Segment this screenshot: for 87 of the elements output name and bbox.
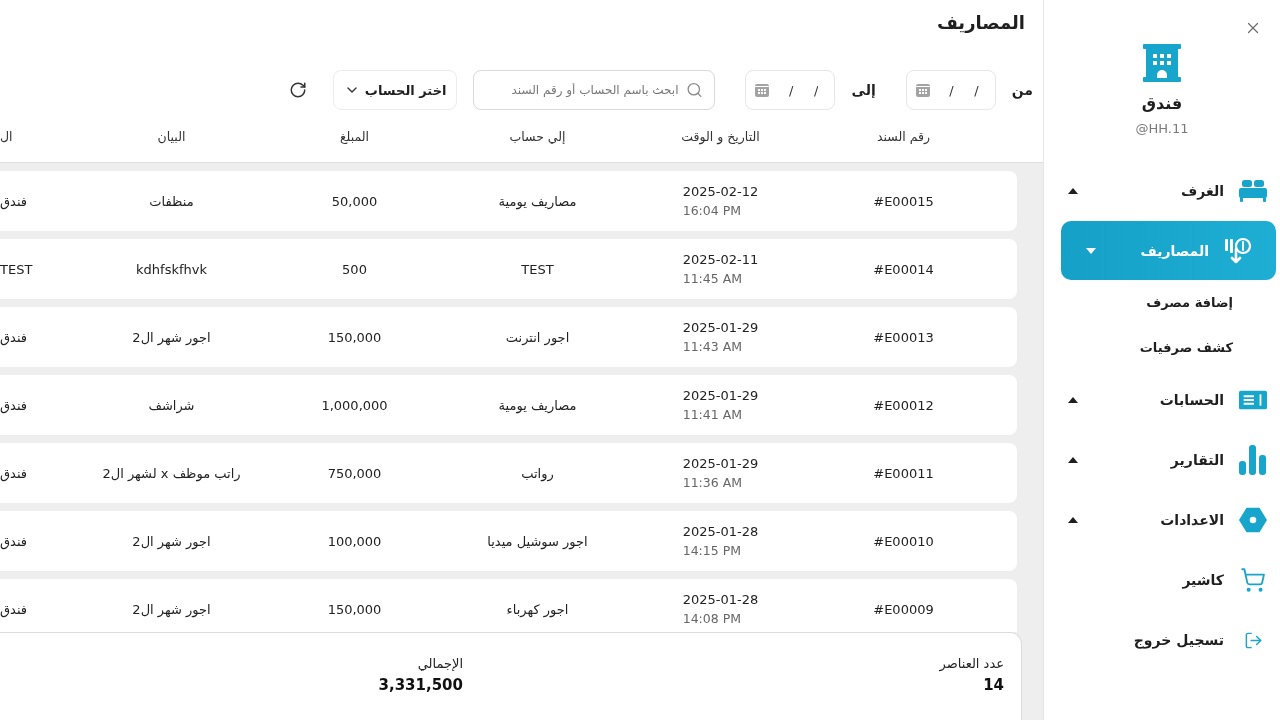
- voucher-number: #E00013: [873, 329, 934, 345]
- expense-time: 11:41 AM: [682, 407, 744, 423]
- sidebar-item[interactable]: الحسابات: [1044, 370, 1280, 430]
- account-dropdown[interactable]: اختر الحساب: [333, 70, 458, 110]
- column-text: فندق: [0, 601, 28, 617]
- expense-time: 11:36 AM: [682, 475, 744, 491]
- search-icon: [686, 81, 704, 99]
- refresh-icon: [289, 81, 308, 99]
- building-icon: [1143, 44, 1181, 82]
- bar-chart-icon: [1239, 445, 1267, 475]
- logout-icon: [1243, 630, 1263, 650]
- description-text: منظفات: [149, 193, 194, 209]
- voucher-number: #E00012: [873, 397, 934, 413]
- column-text: فندق: [0, 397, 28, 413]
- description-text: kdhfskfhvk: [136, 261, 207, 277]
- column-text: فندق: [0, 533, 28, 549]
- bed-icon: [1239, 180, 1267, 202]
- amount-value: 100,000: [327, 533, 382, 549]
- total-value: 3,331,500: [378, 675, 463, 695]
- sidebar-item[interactable]: الغرف: [1044, 161, 1280, 221]
- sidebar-item[interactable]: التقارير: [1044, 430, 1280, 490]
- sidebar-item[interactable]: تسجيل خروج: [1044, 610, 1280, 670]
- expense-date: 2025-01-29: [682, 319, 759, 336]
- column-header: رقم السند: [876, 128, 931, 144]
- voucher-number: #E00010: [873, 533, 934, 549]
- account-name: اجور كهرباء: [506, 601, 569, 617]
- expense-date: 2025-02-11: [682, 251, 759, 268]
- hex-nut-icon: [1239, 507, 1267, 533]
- column-header: إلي حساب: [509, 128, 566, 144]
- column-header: البيان: [157, 128, 186, 144]
- page-title: المصاريف: [936, 11, 1025, 35]
- filter-label: إلى: [851, 82, 876, 98]
- brand-handle: @HH.11: [1135, 120, 1189, 137]
- filter-label: من: [1011, 82, 1033, 98]
- amount-value: 150,000: [327, 329, 382, 345]
- count-label: عدد العناصر: [939, 655, 1004, 673]
- description-text: اجور شهر ال2: [132, 329, 211, 345]
- voucher-number: #E00015: [873, 193, 934, 209]
- description-text: راتب موظف x لشهر ال2: [102, 465, 241, 481]
- money-down-icon: [1225, 236, 1251, 265]
- calendar-icon: [755, 83, 770, 97]
- expense-date: 2025-01-28: [682, 591, 759, 608]
- account-name: مصاريف يومية: [498, 193, 577, 209]
- description-text: شراشف: [148, 397, 195, 413]
- sidebar-item[interactable]: كاشير: [1044, 550, 1280, 610]
- card-icon: [1239, 390, 1267, 410]
- column-header: المبلغ: [339, 128, 370, 144]
- submenu-item[interactable]: كشف صرفيات: [1044, 325, 1280, 370]
- count-value: 14: [983, 675, 1004, 695]
- expense-date: 2025-01-29: [682, 387, 759, 404]
- column-text: TEST: [0, 261, 33, 277]
- account-name: اجور انترنت: [505, 329, 570, 345]
- amount-value: 500: [342, 261, 367, 277]
- account-name: رواتب: [521, 465, 554, 481]
- column-header: ال: [0, 128, 13, 144]
- amount-value: 750,000: [327, 465, 382, 481]
- account-name: اجور سوشيل ميديا: [487, 533, 588, 549]
- date-field[interactable]: / /: [905, 70, 996, 110]
- account-name: مصاريف يومية: [498, 397, 577, 413]
- expense-time: 11:45 AM: [682, 271, 744, 287]
- amount-value: 1,000,000: [321, 397, 388, 413]
- voucher-number: #E00011: [873, 465, 934, 481]
- account-name: TEST: [521, 261, 554, 277]
- voucher-number: #E00014: [873, 261, 934, 277]
- amount-value: 50,000: [331, 193, 378, 209]
- refresh-button[interactable]: [288, 80, 309, 100]
- column-text: فندق: [0, 465, 28, 481]
- cart-icon: [1240, 567, 1266, 593]
- expense-date: 2025-01-28: [682, 523, 759, 540]
- expense-time: 14:15 PM: [682, 543, 743, 559]
- expense-date: 2025-01-29: [682, 455, 759, 472]
- submenu-item[interactable]: إضافة مصرف: [1044, 280, 1280, 325]
- column-text: فندق: [0, 329, 28, 345]
- description-text: اجور شهر ال2: [132, 533, 211, 549]
- description-text: اجور شهر ال2: [132, 601, 211, 617]
- sidebar-item[interactable]: الاعدادات: [1044, 490, 1280, 550]
- total-label: الإجمالي: [417, 655, 463, 673]
- voucher-number: #E00009: [873, 601, 934, 617]
- brand-name: فندق: [1141, 94, 1183, 114]
- expense-date: 2025-02-12: [682, 183, 759, 200]
- column-header: التاريخ و الوقت: [681, 128, 760, 144]
- expense-time: 16:04 PM: [682, 203, 743, 219]
- date-field[interactable]: / /: [745, 70, 836, 110]
- expense-time: 14:08 PM: [682, 611, 743, 627]
- column-text: فندق: [0, 193, 28, 209]
- expense-time: 11:43 AM: [682, 339, 744, 355]
- amount-value: 150,000: [327, 601, 382, 617]
